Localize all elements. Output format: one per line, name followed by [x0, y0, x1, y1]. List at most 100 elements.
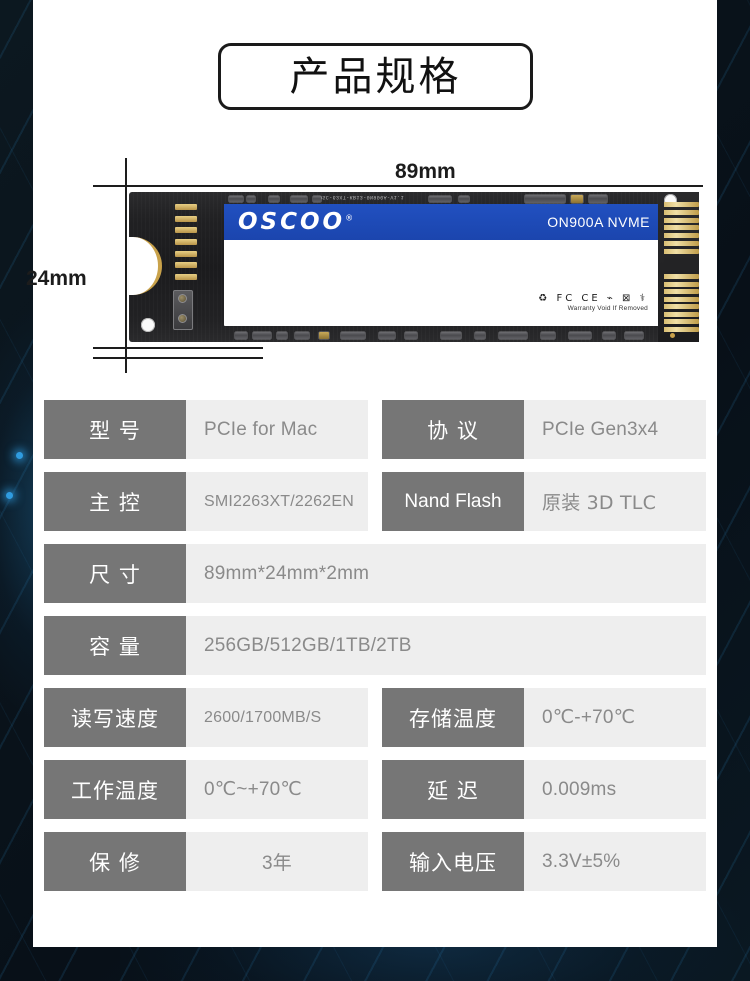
spec-value: 3.3V±5% [524, 832, 706, 891]
spec-value: 0℃-+70℃ [524, 688, 706, 747]
spec-pair: 工作温度 0℃~+70℃ [44, 760, 368, 819]
pcb-smd-component [589, 195, 607, 203]
spec-key: Nand Flash [382, 472, 524, 531]
spec-key: 容 量 [44, 616, 186, 675]
dimension-label-height: 24mm [26, 267, 87, 290]
spec-pair: 型 号 PCIe for Mac [44, 400, 368, 459]
pcb-smd-component [525, 195, 565, 203]
dimension-line-bottom [93, 347, 263, 349]
pcb-smd-component [441, 332, 461, 339]
pcb-smd-component [341, 332, 365, 339]
pcb-smd-component [625, 332, 643, 339]
spec-row: 主 控 SMI2263XT/2262EN Nand Flash 原装 3D TLC [44, 472, 706, 531]
spec-row: 尺 寸 89mm*24mm*2mm [44, 544, 706, 603]
pcb-smd-component [569, 332, 591, 339]
spec-pair: 保 修 3年 [44, 832, 368, 891]
spec-pair: Nand Flash 原装 3D TLC [382, 472, 706, 531]
ssd-pcb: OSC-63XT-KB13-0N900A-V1.1 OSCOO® ON900A … [128, 192, 699, 342]
pcb-smd-component [269, 196, 279, 202]
brand-name: OSCOO [238, 208, 346, 235]
spec-row: 保 修 3年 输入电压 3.3V±5% [44, 832, 706, 891]
pcb-smd-component [229, 196, 243, 202]
warranty-notice: Warranty Void If Removed [567, 305, 648, 312]
pcb-smd-component [247, 196, 255, 202]
pcb-smd-component [405, 332, 417, 339]
spec-key: 型 号 [44, 400, 186, 459]
connector-marker-dot [670, 333, 675, 338]
spec-row: 工作温度 0℃~+70℃ 延 迟 0.009ms [44, 760, 706, 819]
spec-row: 读写速度 2600/1700MB/S 存储温度 0℃-+70℃ [44, 688, 706, 747]
spec-card: 产品规格 89mm 24mm OSC-63XT-KB13-0N900A-V1.1 [26, 0, 717, 947]
page-title: 产品规格 [289, 53, 462, 100]
pcb-smd-component [253, 332, 271, 339]
spec-row: 容 量 256GB/512GB/1TB/2TB [44, 616, 706, 675]
spec-value: PCIe Gen3x4 [524, 400, 706, 459]
spec-pair: 协 议 PCIe Gen3x4 [382, 400, 706, 459]
spec-value: 0.009ms [524, 760, 706, 819]
ssd-label-header: OSCOO® ON900A NVME [224, 204, 664, 240]
spec-key: 协 议 [382, 400, 524, 459]
spec-key: 主 控 [44, 472, 186, 531]
spec-value: PCIe for Mac [186, 400, 368, 459]
spec-value: 原装 3D TLC [524, 472, 706, 531]
dimension-label-width: 89mm [395, 160, 456, 183]
background-light-dot [6, 492, 13, 499]
registered-trademark-icon: ® [345, 212, 357, 222]
product-model-name: ON900A NVME [547, 214, 650, 230]
connector-gold-fingers-top [664, 202, 699, 254]
spec-value: 0℃~+70℃ [186, 760, 368, 819]
spec-key: 工作温度 [44, 760, 186, 819]
page-title-box: 产品规格 [218, 43, 533, 110]
spec-value: 89mm*24mm*2mm [186, 544, 706, 603]
m2-connector [658, 192, 699, 342]
pcb-smd-component [459, 196, 469, 202]
spec-key: 尺 寸 [44, 544, 186, 603]
spec-pair: 延 迟 0.009ms [382, 760, 706, 819]
spec-pair: 存储温度 0℃-+70℃ [382, 688, 706, 747]
specification-table: 型 号 PCIe for Mac 协 议 PCIe Gen3x4 主 控 SMI2263X… [44, 400, 706, 904]
pcb-smd-component [475, 332, 485, 339]
spec-value: 2600/1700MB/S [186, 688, 368, 747]
certification-icons: ♻ FC CE ⌁ ⊠ ⚕ [538, 293, 648, 304]
spec-value: SMI2263XT/2262EN [186, 472, 368, 531]
pcb-smd-component [291, 196, 307, 202]
connector-gold-fingers-bottom [664, 274, 699, 332]
spec-value: 256GB/512GB/1TB/2TB [186, 616, 706, 675]
dimension-line-top [103, 185, 703, 187]
pcb-test-point [178, 294, 187, 303]
pcb-smd-component [313, 196, 321, 202]
brand-logo: OSCOO® [238, 208, 357, 235]
ssd-label-sticker: OSCOO® ON900A NVME ♻ FC CE ⌁ ⊠ ⚕ Warrant… [224, 204, 664, 326]
pcb-silkscreen-text: OSC-63XT-KB13-0N900A-V1.1 [319, 194, 405, 200]
dimension-line-vertical [125, 158, 127, 373]
pcb-smd-component [379, 332, 395, 339]
pcb-smd-component [571, 195, 583, 203]
pcb-smd-component [277, 332, 287, 339]
spec-key: 读写速度 [44, 688, 186, 747]
spec-row: 型 号 PCIe for Mac 协 议 PCIe Gen3x4 [44, 400, 706, 459]
pcb-smd-component [235, 332, 247, 339]
pcb-mounting-hole [141, 318, 155, 332]
spec-key: 保 修 [44, 832, 186, 891]
spec-pair: 输入电压 3.3V±5% [382, 832, 706, 891]
product-diagram: 89mm 24mm OSC-63XT-KB13-0N900A-V1.1 OSCO… [26, 150, 717, 385]
spec-pair: 尺 寸 89mm*24mm*2mm [44, 544, 706, 603]
spec-pair: 读写速度 2600/1700MB/S [44, 688, 368, 747]
background-light-dot [16, 452, 23, 459]
dimension-line-bottom-2 [93, 357, 263, 359]
pcb-test-point [178, 314, 187, 323]
pcb-smd-component [319, 332, 329, 339]
spec-key: 延 迟 [382, 760, 524, 819]
spec-key: 输入电压 [382, 832, 524, 891]
pcb-smd-component [499, 332, 527, 339]
pcb-smd-component [429, 196, 451, 202]
pcb-smd-component [603, 332, 615, 339]
certification-block: ♻ FC CE ⌁ ⊠ ⚕ Warranty Void If Removed [538, 293, 648, 312]
product-spec-page: 产品规格 89mm 24mm OSC-63XT-KB13-0N900A-V1.1 [0, 0, 750, 981]
pcb-smd-component [541, 332, 555, 339]
spec-key: 存储温度 [382, 688, 524, 747]
dimension-tick-top-left [93, 185, 133, 187]
spec-value: 3年 [186, 832, 368, 891]
ssd-product-image: OSC-63XT-KB13-0N900A-V1.1 OSCOO® ON900A … [128, 192, 699, 342]
spec-pair: 主 控 SMI2263XT/2262EN [44, 472, 368, 531]
